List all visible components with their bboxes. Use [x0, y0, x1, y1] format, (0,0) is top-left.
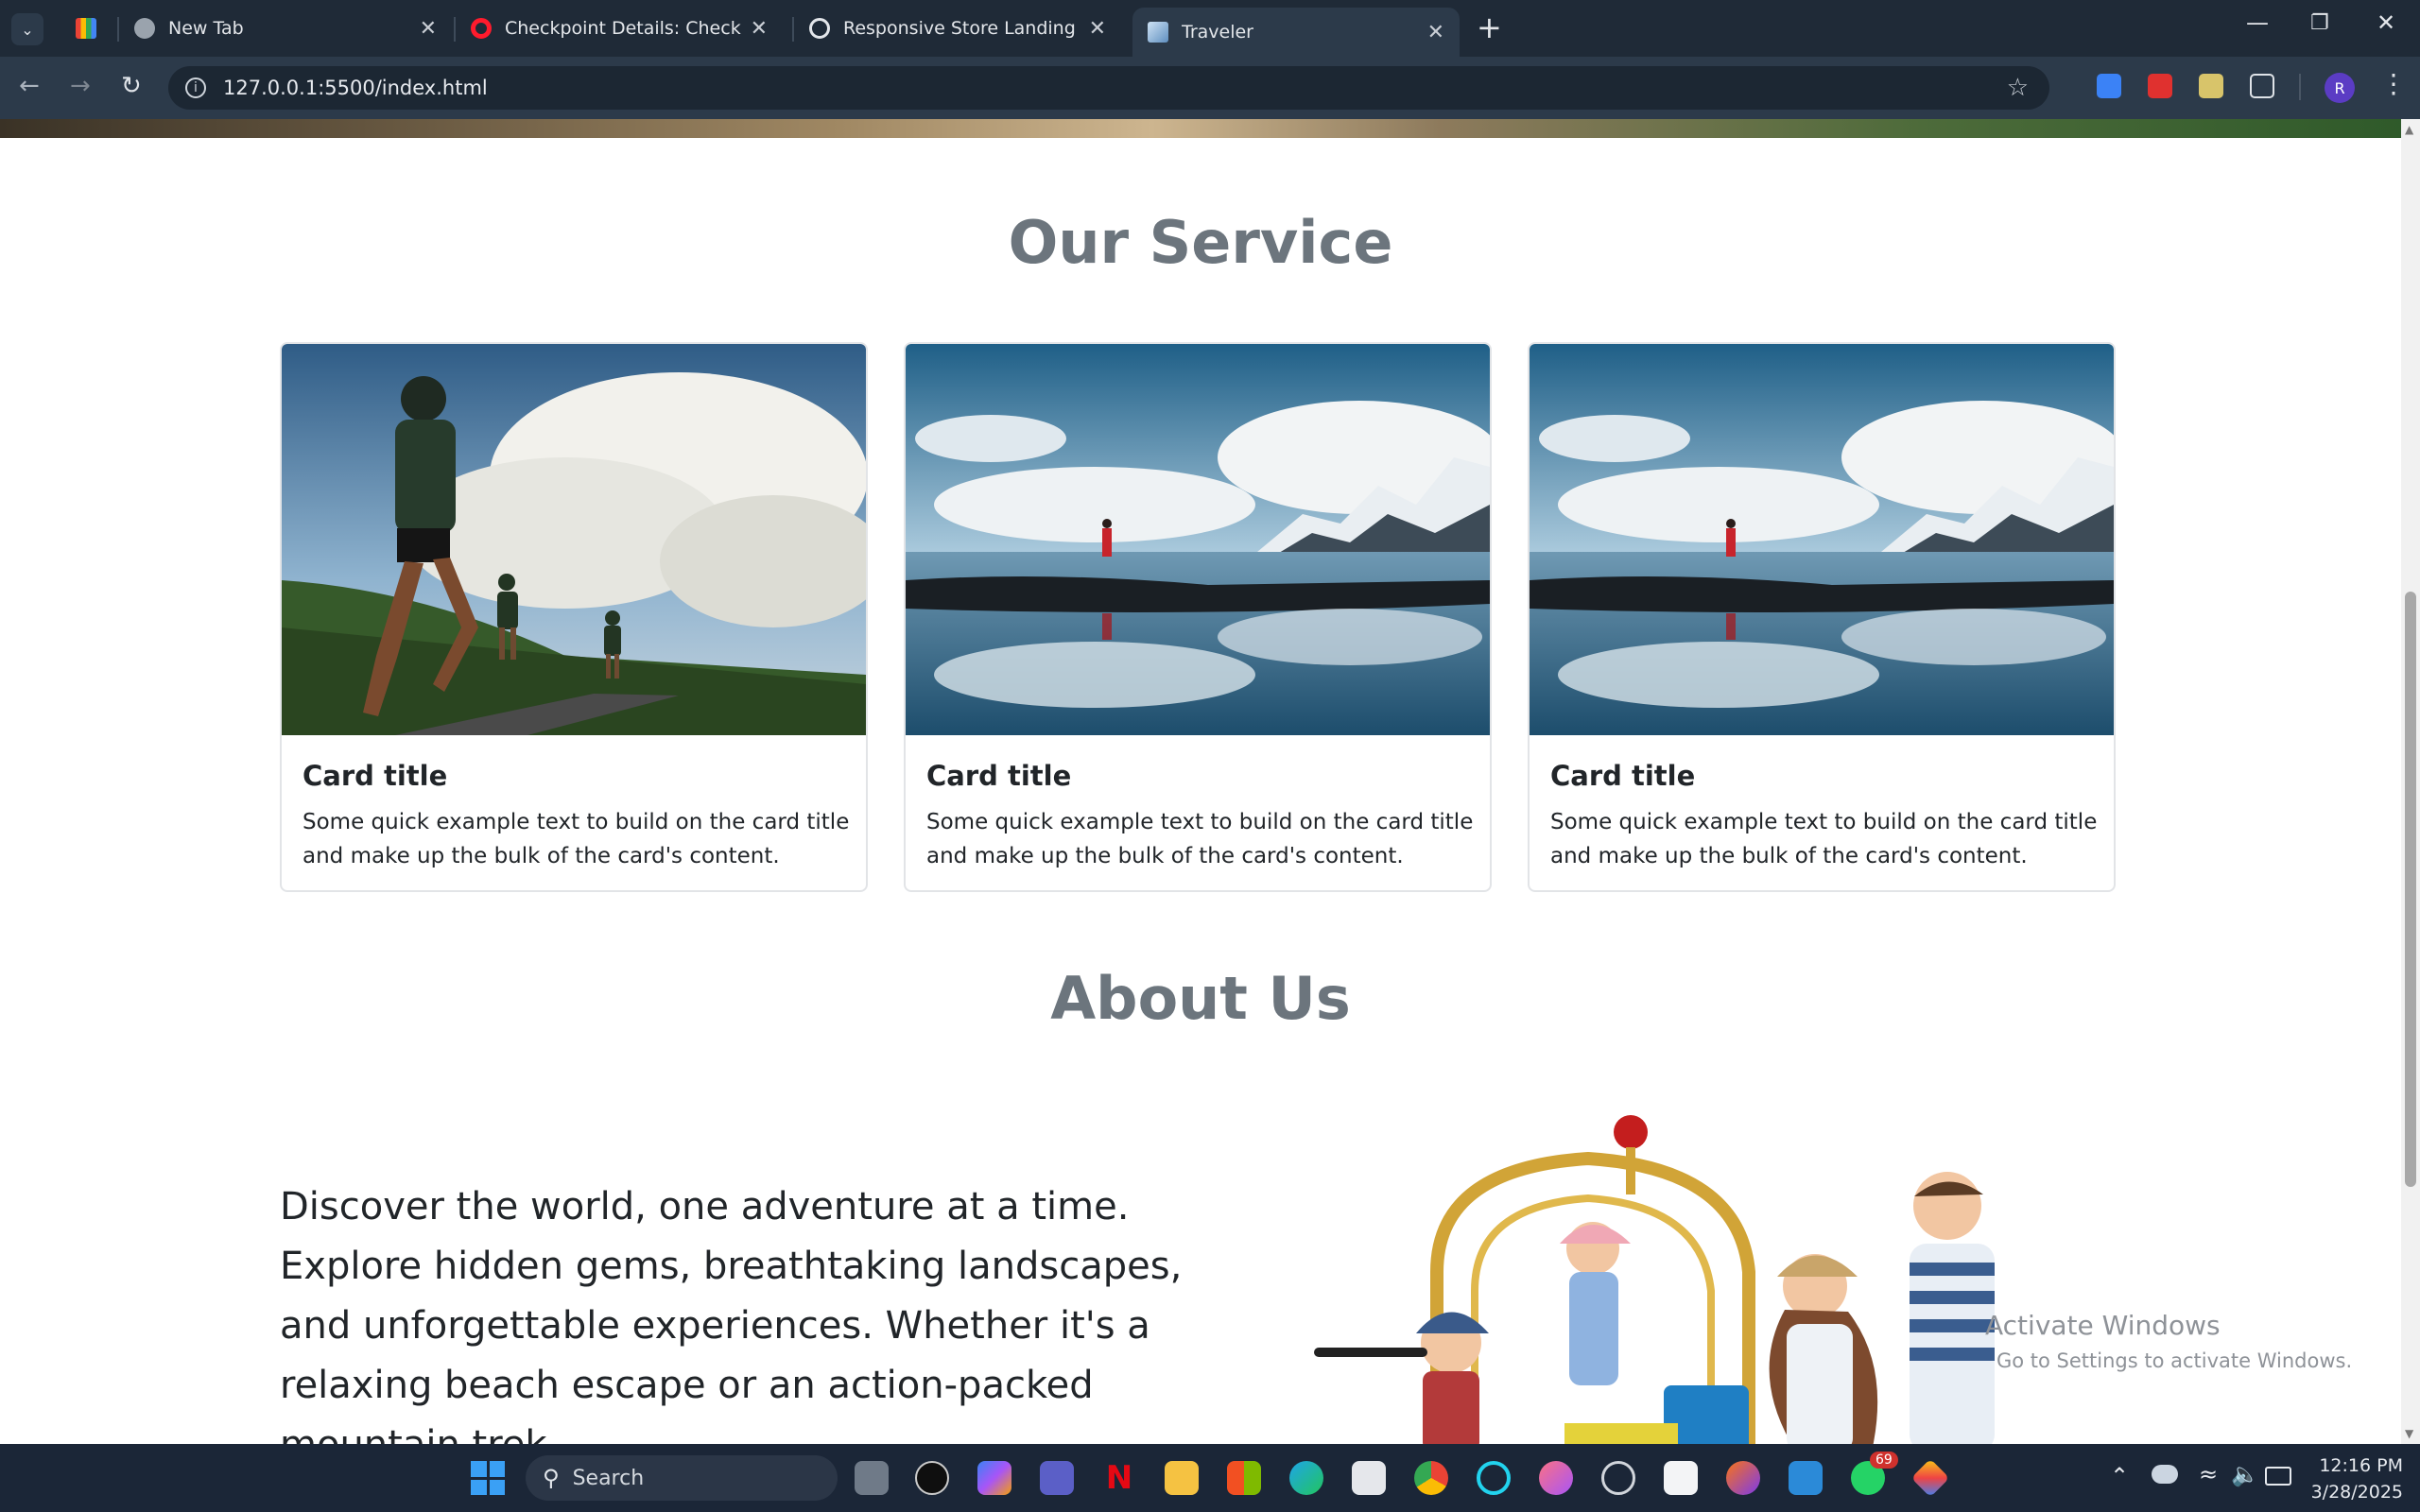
cortana-icon[interactable]	[1477, 1461, 1511, 1495]
itunes-icon[interactable]	[1539, 1461, 1573, 1495]
tab-title: New Tab	[168, 18, 244, 39]
forward-icon[interactable]: →	[70, 72, 91, 100]
extension-pocket-icon[interactable]	[2148, 74, 2172, 98]
minimize-icon[interactable]: —	[2246, 9, 2269, 36]
opera-icon	[471, 18, 492, 39]
tab-traveler[interactable]: Traveler ✕	[1132, 8, 1460, 57]
profile-avatar[interactable]: R	[2325, 73, 2355, 103]
firefox-icon[interactable]	[1726, 1461, 1760, 1495]
close-icon[interactable]: ✕	[420, 17, 437, 41]
task-view-icon[interactable]	[855, 1461, 889, 1495]
family-luggage-cart-image	[1305, 1111, 2051, 1444]
extension-docs-icon[interactable]	[2097, 74, 2121, 98]
about-paragraph: Discover the world, one adventure at a t…	[280, 1185, 1183, 1444]
activate-windows-subtitle: Go to Settings to activate Windows.	[1996, 1349, 2353, 1372]
solitaire-icon[interactable]	[1664, 1461, 1698, 1495]
service-card: Card title Some quick example text to bu…	[280, 342, 868, 892]
windows-taskbar: ⚲ Search N 69 ⌃ ≈ 🔈 12:16 PM 3/28/2025	[0, 1444, 2420, 1512]
mountain-lake-photo	[1530, 344, 2114, 735]
browser-toolbar: ← → ↻ i 127.0.0.1:5500/index.html ☆	[0, 57, 2420, 119]
globe-icon	[134, 18, 155, 39]
card-title: Card title	[1550, 760, 1696, 792]
card-title: Card title	[302, 760, 448, 792]
tab-title: Traveler	[1182, 22, 1253, 43]
gmail-icon	[76, 18, 96, 39]
wifi-icon[interactable]: ≈	[2199, 1461, 2218, 1487]
microsoft-store-icon[interactable]	[1227, 1461, 1261, 1495]
service-card: Card title Some quick example text to bu…	[1528, 342, 2116, 892]
tab-new-tab[interactable]: New Tab ✕	[119, 8, 452, 49]
tab-store-landing[interactable]: Responsive Store Landing Page ✕	[794, 8, 1121, 49]
close-icon[interactable]: ✕	[1427, 21, 1444, 44]
edge-icon[interactable]	[1289, 1461, 1323, 1495]
taskbar-search[interactable]: ⚲ Search	[526, 1455, 838, 1501]
openai-icon	[809, 18, 830, 39]
reload-icon[interactable]: ↻	[121, 72, 142, 100]
tab-search-button[interactable]: ⌄	[11, 13, 43, 45]
mail-icon[interactable]	[1352, 1461, 1386, 1495]
hero-image-bottom	[0, 119, 2401, 138]
extensions-puzzle-icon[interactable]	[2250, 74, 2274, 98]
app-icon[interactable]	[1910, 1458, 1950, 1498]
about-section-title: About Us	[1050, 964, 1351, 1033]
whatsapp-badge: 69	[1870, 1452, 1898, 1469]
traveler-icon	[1148, 22, 1168, 43]
browser-tab-strip: ⌄ New Tab ✕ Checkpoint Details: Checkpoi…	[0, 0, 2420, 57]
service-section-title: Our Service	[1008, 208, 1393, 277]
netflix-icon[interactable]: N	[1102, 1461, 1136, 1495]
card-text: Some quick example text to build on the …	[1550, 810, 2098, 868]
browser-menu-icon[interactable]: ⋮	[2380, 68, 2407, 99]
extension-notes-icon[interactable]	[2199, 74, 2223, 98]
clock-date[interactable]: 3/28/2025	[2297, 1482, 2403, 1503]
tab-title: Checkpoint Details: Checkpoint	[505, 18, 741, 39]
mountain-lake-photo	[906, 344, 1490, 735]
service-card: Card title Some quick example text to bu…	[904, 342, 1492, 892]
scroll-down-icon[interactable]: ▼	[2405, 1427, 2413, 1440]
copilot-icon[interactable]	[977, 1461, 1011, 1495]
teams-icon[interactable]	[1040, 1461, 1074, 1495]
close-window-icon[interactable]: ✕	[2377, 9, 2395, 36]
tab-title: Responsive Store Landing Page	[843, 18, 1080, 39]
volume-icon[interactable]: 🔈	[2231, 1461, 2259, 1487]
vscode-icon[interactable]	[1789, 1461, 1823, 1495]
url-text: 127.0.0.1:5500/index.html	[223, 77, 488, 99]
card-title: Card title	[926, 760, 1072, 792]
file-explorer-icon[interactable]	[1165, 1461, 1199, 1495]
battery-icon[interactable]	[2265, 1467, 2291, 1486]
activate-windows-title: Activate Windows	[1985, 1310, 2221, 1341]
search-icon: ⚲	[543, 1465, 560, 1491]
close-icon[interactable]: ✕	[751, 17, 768, 41]
bookmark-star-icon[interactable]: ☆	[2007, 74, 2029, 102]
close-icon[interactable]: ✕	[1089, 17, 1106, 41]
toolbar-divider	[2299, 74, 2301, 100]
page-viewport: Our Service Card title Some quick exampl…	[0, 119, 2401, 1444]
card-text: Some quick example text to build on the …	[302, 810, 850, 868]
runners-photo	[282, 344, 866, 735]
chevron-up-icon[interactable]: ⌃	[2110, 1463, 2129, 1489]
address-bar[interactable]: i 127.0.0.1:5500/index.html ☆	[168, 66, 2049, 110]
upwork-icon[interactable]	[915, 1461, 949, 1495]
restore-icon[interactable]: ❐	[2310, 11, 2329, 35]
onedrive-icon[interactable]	[2152, 1465, 2178, 1484]
page-scrollbar[interactable]: ▲ ▼	[2401, 119, 2420, 1444]
taskbar-search-label: Search	[572, 1466, 645, 1490]
scroll-up-icon[interactable]: ▲	[2405, 123, 2413, 136]
chrome-icon[interactable]	[1414, 1461, 1448, 1495]
dell-icon[interactable]	[1601, 1461, 1635, 1495]
windows-start-icon[interactable]	[471, 1461, 505, 1495]
scroll-thumb[interactable]	[2405, 592, 2416, 1187]
back-icon[interactable]: ←	[19, 72, 40, 100]
card-text: Some quick example text to build on the …	[926, 810, 1474, 868]
new-tab-button[interactable]: +	[1477, 9, 1502, 45]
tab-gmail[interactable]	[60, 8, 117, 49]
site-info-icon[interactable]: i	[185, 77, 206, 98]
tab-checkpoint[interactable]: Checkpoint Details: Checkpoint ✕	[456, 8, 783, 49]
clock-time[interactable]: 12:16 PM	[2318, 1455, 2403, 1476]
